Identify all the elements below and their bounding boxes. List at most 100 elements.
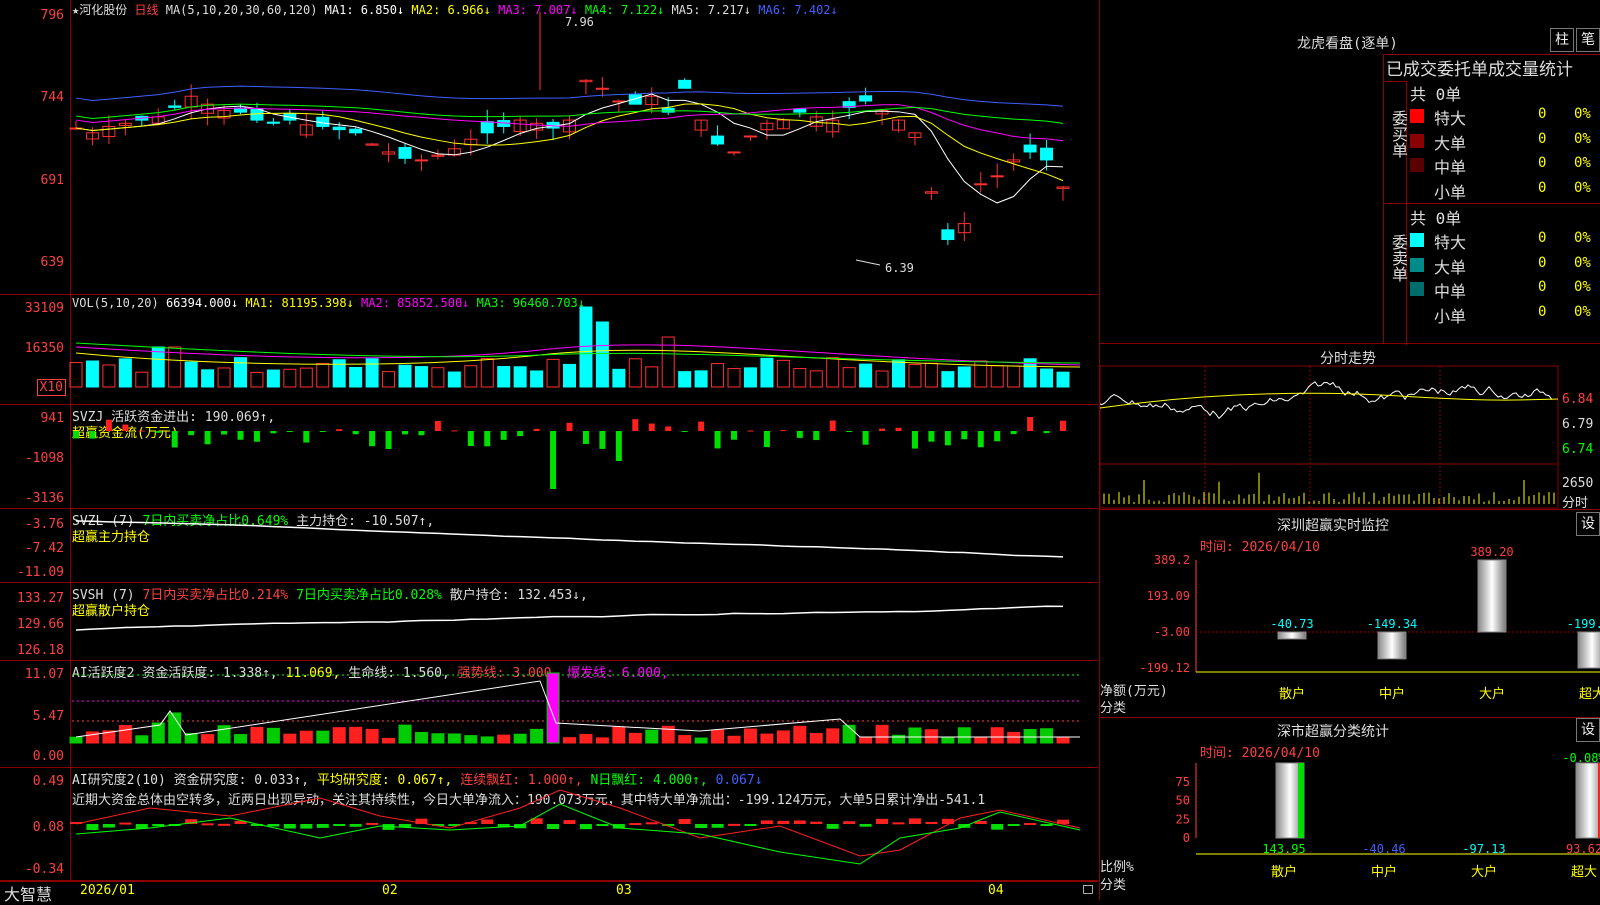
activity-bar xyxy=(530,728,544,744)
category-label: 散户 xyxy=(1279,686,1305,702)
volume-bar xyxy=(382,371,396,388)
fund-flow-bar xyxy=(846,431,853,432)
category-label: 散户 xyxy=(1271,864,1297,880)
stats-bar-chart[interactable]: 75 50 25 0 143.95 散户 -40.46 中户 -97.13 大户 93.62 超大 -0… xyxy=(1100,718,1600,900)
order-pct: 0% xyxy=(1574,179,1591,196)
ai-active-pane[interactable]: 11.07 5.47 0.00 AI活跃度2 资金活跃度: 1.338↑, 11… xyxy=(0,661,1098,768)
category-label: 中户 xyxy=(1379,686,1405,702)
kline-pane[interactable]: 796 744 691 639 ★河化股份 日线 MA(5,10,20,30,6… xyxy=(0,0,1098,295)
volume-bar xyxy=(283,368,297,388)
order-pct: 0% xyxy=(1574,130,1591,147)
tick-mode-button[interactable]: 笔 xyxy=(1576,28,1600,52)
volume-bar xyxy=(480,358,494,388)
svzl-pane[interactable]: -3.76 -7.42 -11.09 SVZL (7) 7日内买卖净占比0.64… xyxy=(0,509,1098,583)
down-candle xyxy=(480,121,494,134)
fund-flow-bar xyxy=(994,431,1001,442)
ai-research-chart[interactable] xyxy=(0,768,1098,880)
order-row: 特大 0 0% xyxy=(1410,229,1600,252)
minute-tick: 6.74 xyxy=(1562,442,1594,457)
activity-bar xyxy=(118,724,132,744)
fund-flow-bar xyxy=(517,431,524,437)
activity-bar xyxy=(628,732,642,744)
activity-bar xyxy=(513,733,527,744)
order-row: 大单 0 0% xyxy=(1410,130,1600,153)
research-bar xyxy=(349,824,362,827)
fund-flow-bar xyxy=(434,421,441,431)
research-bar xyxy=(843,821,856,824)
activity-bar xyxy=(266,727,280,744)
research-bar xyxy=(629,823,642,826)
activity-bar xyxy=(1056,736,1070,744)
activity-bar xyxy=(299,730,313,744)
activity-bar xyxy=(135,735,149,744)
volume-bar xyxy=(497,366,511,388)
stats-tick-label: 75 xyxy=(1176,775,1190,789)
activity-bar xyxy=(645,729,659,744)
monitor-panel: 深圳超赢实时监控 设 时间: 2026/04/10 净额(万元) 分类 389.… xyxy=(1099,510,1600,718)
lock-icon[interactable] xyxy=(1083,885,1093,894)
down-candle xyxy=(332,126,346,131)
research-bar xyxy=(760,820,773,824)
minute-chart[interactable] xyxy=(1100,344,1560,509)
order-count: 0 xyxy=(1538,230,1547,246)
ratio-value-label: 93.62 xyxy=(1566,842,1600,856)
date-label: 02 xyxy=(382,883,398,898)
activity-bar xyxy=(1007,731,1021,744)
fund-flow-bar xyxy=(911,431,918,449)
research-bar xyxy=(793,820,806,824)
fund-flow-bar xyxy=(319,431,326,432)
activity-bar xyxy=(776,730,790,744)
order-count: 0 xyxy=(1538,179,1547,196)
svzj-pane[interactable]: 941 -1098 -3136 SVZJ 活跃资金进出: 190.069↑, 超… xyxy=(0,405,1098,509)
monitor-tick-label: -3.00 xyxy=(1154,625,1190,639)
down-candle xyxy=(349,128,363,134)
order-count: 0 xyxy=(1538,106,1547,122)
down-candle xyxy=(168,105,182,108)
volume-bar xyxy=(1056,371,1070,388)
minute-vol-tick: 2650 xyxy=(1562,476,1594,491)
ai-active-chart[interactable] xyxy=(0,661,1098,767)
ratio-value-label: -97.13 xyxy=(1462,842,1505,856)
svzl-chart[interactable] xyxy=(0,509,1098,582)
volume-bar xyxy=(1007,365,1021,388)
volume-chart[interactable] xyxy=(0,295,1098,404)
order-pct: 0% xyxy=(1574,155,1591,171)
monitor-bar-chart[interactable]: 389.2 193.09 -3.00 -199.12 -40.73 散户 -149.34 中户… xyxy=(1100,510,1600,717)
order-row: 小单 0 0% xyxy=(1410,179,1600,202)
order-count: 0 xyxy=(1538,130,1547,147)
research-bar xyxy=(596,824,609,826)
kline-chart[interactable]: 7.96 6.39 xyxy=(0,0,1098,294)
buy-side-label: 委买单 xyxy=(1384,81,1408,203)
activity-bar xyxy=(283,733,297,744)
monitor-tick-label: -199.12 xyxy=(1139,661,1190,675)
ai-research-pane[interactable]: 0.49 0.08 -0.34 AI研究度2(10) 资金研究度: 0.033↑… xyxy=(0,768,1098,881)
svzj-chart[interactable] xyxy=(0,405,1098,508)
activity-bar xyxy=(579,733,593,744)
ratio-value-label: 143.95 xyxy=(1262,842,1305,856)
minute-panel[interactable]: 分时走势 6.84 6.79 6.74 2650 分时 xyxy=(1099,344,1600,511)
net-amount-bar xyxy=(1277,631,1307,640)
fund-flow-bar xyxy=(632,419,639,431)
order-count: 0 xyxy=(1538,254,1547,271)
fund-flow-bar xyxy=(303,431,310,443)
research-bar xyxy=(316,824,329,828)
svsh-pane[interactable]: 133.27 129.66 126.18 SVSH (7) 7日内买卖净占比0.… xyxy=(0,583,1098,661)
fund-flow-bar xyxy=(138,430,145,432)
date-label: 03 xyxy=(616,883,632,898)
fund-flow-bar xyxy=(862,431,869,445)
research-bar xyxy=(695,824,708,828)
activity-bar xyxy=(447,733,461,744)
activity-bar xyxy=(974,736,988,744)
volume-bar xyxy=(776,359,790,388)
volume-bar xyxy=(464,365,478,388)
bar-mode-button[interactable]: 柱 xyxy=(1550,28,1574,52)
activity-bar xyxy=(398,724,412,744)
svsh-chart[interactable] xyxy=(0,583,1098,660)
category-label: 超大 xyxy=(1571,865,1597,880)
research-bar xyxy=(563,820,576,824)
down-candle xyxy=(1040,147,1054,161)
minute-tick: 6.84 xyxy=(1562,392,1594,407)
order-count: 0 xyxy=(1538,279,1547,295)
net-amount-label: -40.73 xyxy=(1270,617,1313,631)
volume-pane[interactable]: 33109 16350 X10 VOL(5,10,20) 66394.000↓ … xyxy=(0,295,1098,405)
